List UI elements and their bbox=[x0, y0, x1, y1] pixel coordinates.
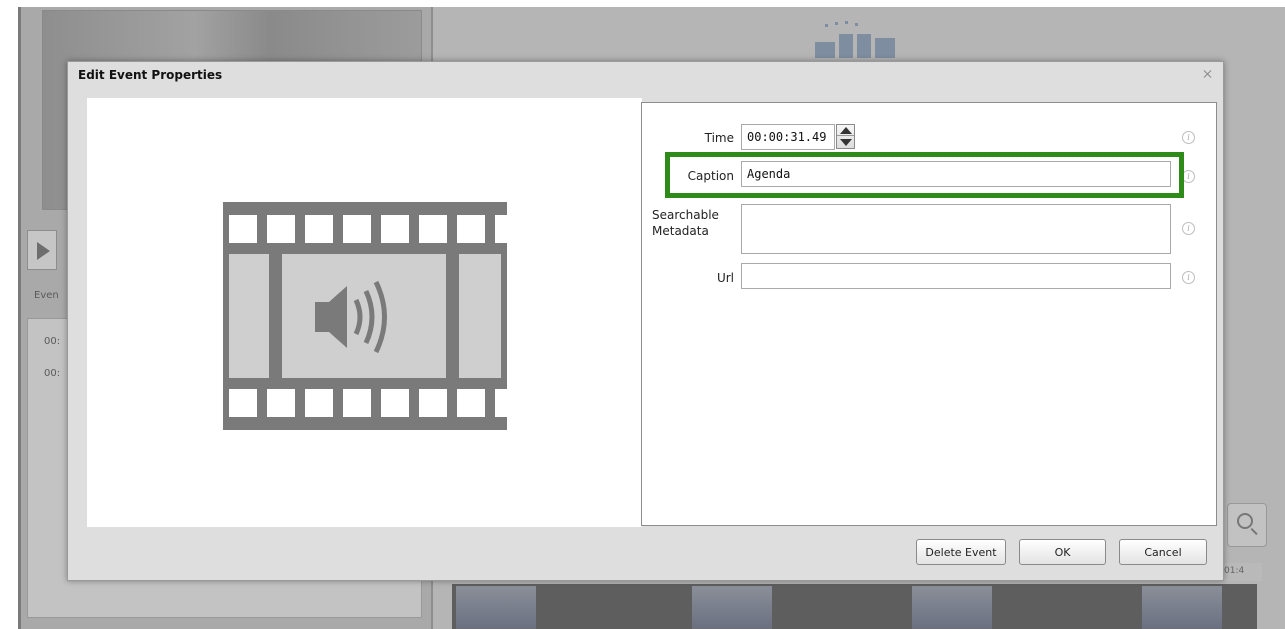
events-label: Even bbox=[34, 290, 59, 301]
info-icon[interactable]: i bbox=[1182, 222, 1195, 235]
edit-event-dialog: Edit Event Properties bbox=[67, 61, 1224, 581]
metadata-label-line: Metadata bbox=[652, 224, 709, 238]
spinner-up-icon[interactable] bbox=[837, 125, 854, 136]
time-label: Time bbox=[704, 131, 734, 145]
timeline-thumbnail[interactable] bbox=[912, 586, 992, 629]
list-item[interactable]: 00: bbox=[44, 368, 60, 379]
metadata-label-line: Searchable bbox=[652, 208, 719, 222]
time-spinner[interactable] bbox=[836, 124, 855, 149]
info-icon[interactable]: i bbox=[1182, 271, 1195, 284]
caption-input[interactable] bbox=[741, 161, 1171, 187]
close-icon[interactable] bbox=[1203, 69, 1213, 79]
film-audio-icon bbox=[223, 202, 507, 430]
dialog-title: Edit Event Properties bbox=[78, 68, 223, 82]
ok-button[interactable]: OK bbox=[1019, 539, 1106, 565]
timeline-thumbnail[interactable] bbox=[456, 586, 536, 629]
timeline-time: 01:4 bbox=[1222, 563, 1262, 581]
time-input[interactable] bbox=[741, 124, 835, 150]
list-item[interactable]: 00: bbox=[44, 336, 60, 347]
timeline-strip bbox=[452, 584, 1257, 629]
metadata-label: Searchable Metadata bbox=[652, 208, 734, 238]
brand-logo bbox=[805, 20, 925, 60]
delete-event-button[interactable]: Delete Event bbox=[916, 539, 1006, 565]
url-label: Url bbox=[716, 271, 734, 285]
spinner-down-icon[interactable] bbox=[837, 137, 854, 148]
event-preview-panel bbox=[87, 98, 642, 527]
cancel-button[interactable]: Cancel bbox=[1119, 539, 1207, 565]
url-input[interactable] bbox=[741, 263, 1171, 289]
zoom-icon[interactable] bbox=[1227, 503, 1267, 547]
play-icon[interactable] bbox=[27, 230, 57, 270]
info-icon[interactable]: i bbox=[1182, 131, 1195, 144]
timeline-thumbnail[interactable] bbox=[692, 586, 772, 629]
timeline-thumbnail[interactable] bbox=[1142, 586, 1222, 629]
info-icon[interactable]: i bbox=[1182, 170, 1195, 183]
searchable-metadata-input[interactable] bbox=[741, 204, 1171, 254]
caption-label: Caption bbox=[687, 169, 734, 183]
